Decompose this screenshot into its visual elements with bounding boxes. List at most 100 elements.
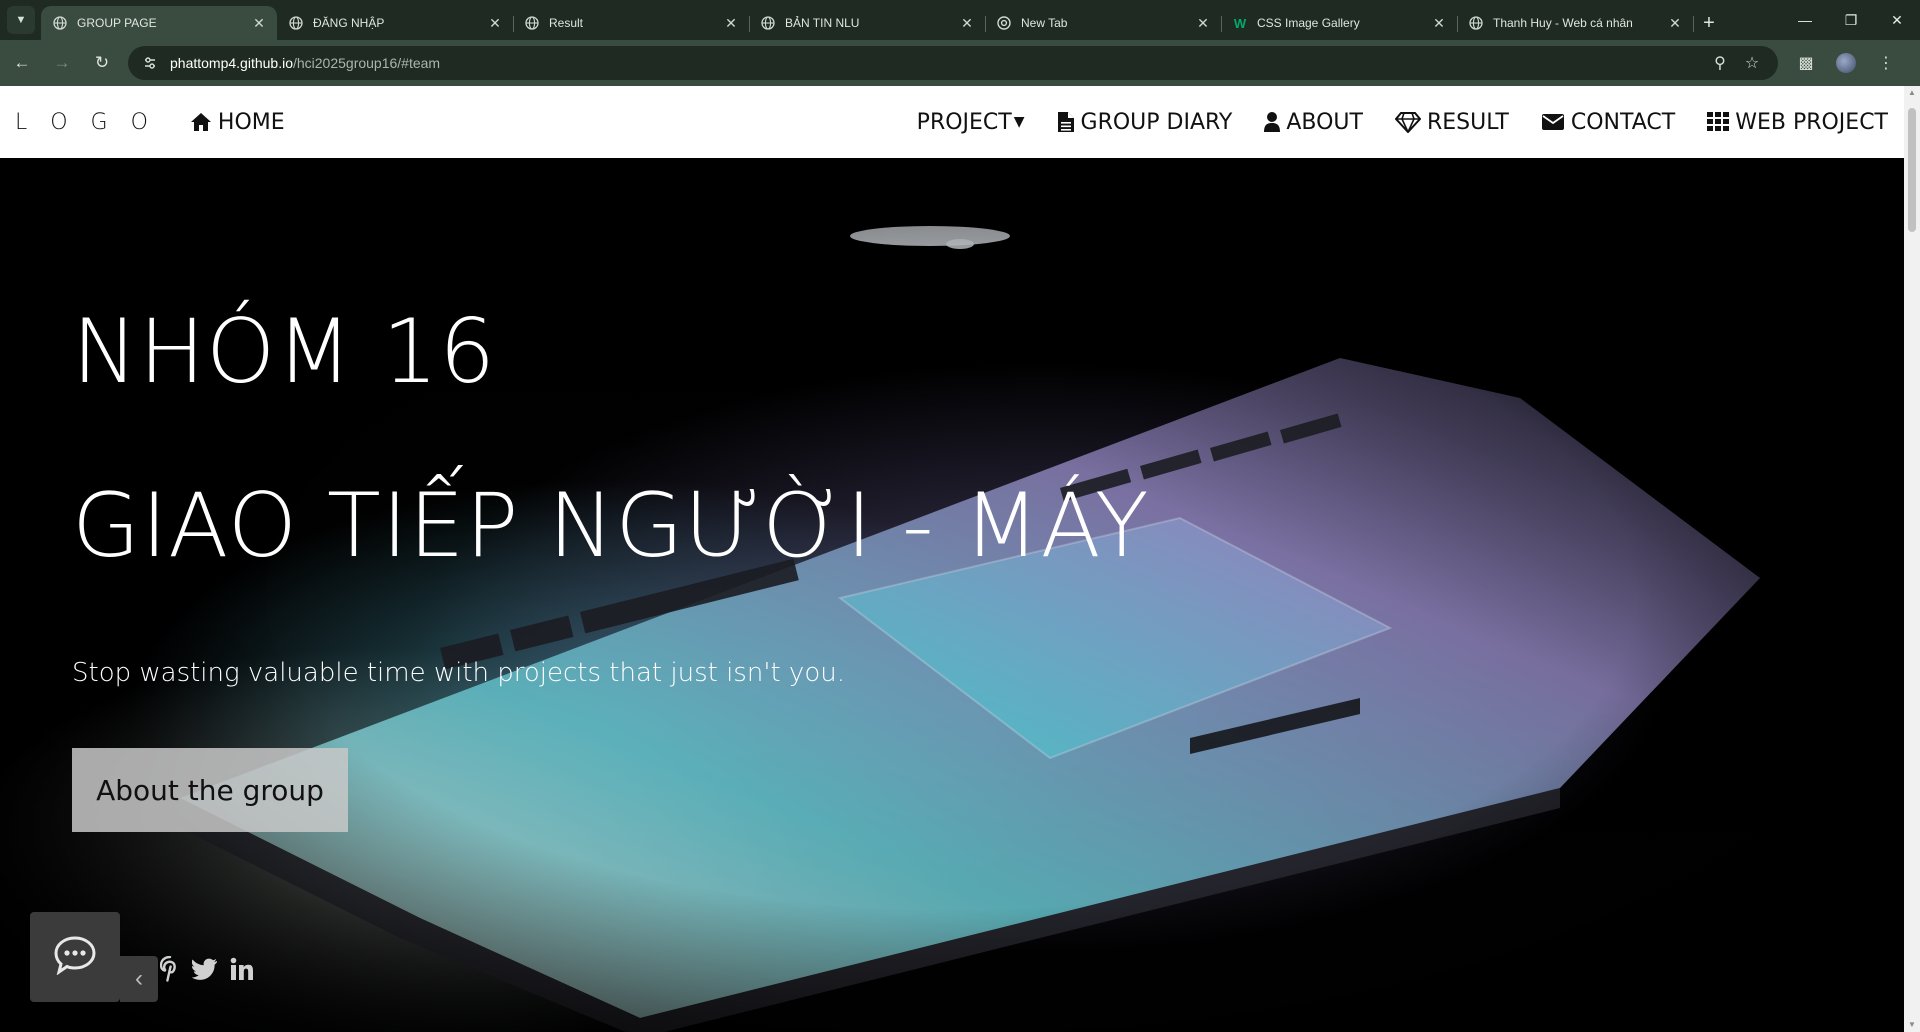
close-icon[interactable]: ✕ <box>251 15 267 32</box>
close-icon[interactable]: ✕ <box>959 15 975 32</box>
profile-button[interactable] <box>1826 45 1866 81</box>
hero-subtitle: GIAO TIẾP NGƯỜI - MÁY <box>72 474 1150 577</box>
tab-title: Result <box>549 16 584 30</box>
browser-tab[interactable]: New Tab ✕ <box>985 6 1222 40</box>
tab-title: ĐĂNG NHẬP <box>313 16 385 30</box>
grid-icon <box>1707 112 1730 132</box>
chat-widget-button[interactable] <box>30 912 120 1002</box>
hero-section: NHÓM 16 GIAO TIẾP NGƯỜI - MÁY Stop wasti… <box>0 158 1904 1032</box>
collapse-panel-button[interactable]: ‹ <box>120 956 158 1002</box>
bookmark-star-icon[interactable]: ☆ <box>1736 53 1768 73</box>
restore-button[interactable]: ❐ <box>1828 0 1874 40</box>
close-icon[interactable]: ✕ <box>1431 15 1447 32</box>
toolbar-actions: ▩ ⋮ <box>1786 45 1906 81</box>
social-links <box>160 956 254 982</box>
nav-about[interactable]: ABOUT <box>1248 86 1379 158</box>
close-icon[interactable]: ✕ <box>1195 15 1211 32</box>
nav-group-diary-label: GROUP DIARY <box>1080 109 1233 135</box>
browser-tab[interactable]: BẢN TIN NLU ✕ <box>749 6 986 40</box>
page-viewport: L O G O HOME PROJECT ▼ GROUP DIARY ABOUT… <box>0 86 1920 1032</box>
browser-tab[interactable]: ĐĂNG NHẬP ✕ <box>277 6 514 40</box>
tab-title: Thanh Huy - Web cá nhân <box>1493 16 1633 30</box>
site-logo[interactable]: L O G O <box>15 110 156 135</box>
globe-icon <box>525 16 539 30</box>
tab-title: GROUP PAGE <box>77 16 157 30</box>
extensions-icon[interactable]: ▩ <box>1786 45 1826 81</box>
url-text: phattomp4.github.io/hci2025group16/#team <box>170 55 1704 71</box>
browser-toolbar: ← → ↻ phattomp4.github.io/hci2025group16… <box>0 40 1920 86</box>
restore-icon: ❐ <box>1844 11 1858 28</box>
tab-search-button[interactable]: ▼ <box>7 6 35 34</box>
linkedin-icon[interactable] <box>230 957 254 981</box>
nav-contact-label: CONTACT <box>1570 109 1676 135</box>
scrollbar-thumb[interactable] <box>1908 108 1916 232</box>
browser-tab[interactable]: GROUP PAGE ✕ <box>41 6 277 40</box>
nav-contact[interactable]: CONTACT <box>1525 86 1691 158</box>
address-bar[interactable]: phattomp4.github.io/hci2025group16/#team… <box>128 46 1778 80</box>
arrow-left-icon: ← <box>13 53 31 72</box>
site-navbar: L O G O HOME PROJECT ▼ GROUP DIARY ABOUT… <box>0 86 1904 158</box>
browser-tab[interactable]: Result ✕ <box>513 6 750 40</box>
close-window-button[interactable]: ✕ <box>1874 0 1920 40</box>
document-icon <box>1057 111 1075 133</box>
laptop-background-image <box>0 158 1904 1032</box>
back-button[interactable]: ← <box>4 45 40 81</box>
reload-button[interactable]: ↻ <box>84 45 120 81</box>
close-icon[interactable]: ✕ <box>1667 15 1683 32</box>
globe-icon <box>761 16 775 30</box>
diamond-icon <box>1394 111 1421 133</box>
caret-down-icon: ▼ <box>1013 114 1025 130</box>
minimize-icon: — <box>1798 12 1812 28</box>
minimize-button[interactable]: — <box>1782 0 1828 40</box>
new-tab-button[interactable]: + <box>1693 6 1725 40</box>
home-icon <box>190 112 212 132</box>
browser-tab[interactable]: W CSS Image Gallery ✕ <box>1221 6 1458 40</box>
tab-title: CSS Image Gallery <box>1257 16 1360 30</box>
close-icon: ✕ <box>1891 11 1903 28</box>
pinterest-icon[interactable] <box>160 956 180 982</box>
globe-icon <box>1469 16 1483 30</box>
nav-result-label: RESULT <box>1426 109 1509 135</box>
arrow-right-icon: → <box>53 53 71 72</box>
close-icon[interactable]: ✕ <box>487 15 503 32</box>
window-controls: — ❐ ✕ <box>1782 0 1920 40</box>
envelope-icon <box>1541 112 1565 132</box>
tab-title: BẢN TIN NLU <box>785 16 860 30</box>
nav-about-label: ABOUT <box>1286 109 1363 135</box>
forward-button[interactable]: → <box>44 45 80 81</box>
browser-tab-strip: ▼ GROUP PAGE ✕ ĐĂNG NHẬP ✕ Result ✕ BẢN … <box>0 0 1920 40</box>
page-scrollbar[interactable]: ▲ ▼ <box>1904 86 1920 1032</box>
chevron-down-icon: ▼ <box>15 14 27 26</box>
hero-title: NHÓM 16 <box>72 300 497 403</box>
nav-project-dropdown[interactable]: PROJECT ▼ <box>901 86 1041 158</box>
hero-tagline: Stop wasting valuable time with projects… <box>72 658 845 688</box>
url-path: /hci2025group16/#team <box>292 55 441 71</box>
w3schools-icon: W <box>1233 15 1247 31</box>
chevron-left-icon: ‹ <box>135 965 143 992</box>
twitter-icon[interactable] <box>192 958 218 980</box>
nav-home[interactable]: HOME <box>174 86 301 158</box>
nav-group-diary[interactable]: GROUP DIARY <box>1041 86 1249 158</box>
close-icon[interactable]: ✕ <box>723 15 739 32</box>
nav-project-label: PROJECT <box>916 109 1012 135</box>
about-group-button[interactable]: About the group <box>72 748 348 832</box>
tab-title: New Tab <box>1021 16 1068 30</box>
site-settings-icon[interactable] <box>138 51 162 75</box>
zoom-icon[interactable]: ⚲ <box>1704 53 1736 73</box>
globe-icon <box>53 16 67 30</box>
url-host: phattomp4.github.io <box>170 55 293 71</box>
user-icon <box>1264 111 1281 133</box>
plus-icon: + <box>1703 11 1715 34</box>
chrome-icon <box>997 16 1011 30</box>
scroll-down-icon[interactable]: ▼ <box>1904 1018 1920 1032</box>
nav-web-project-label: WEB PROJECT <box>1735 109 1888 135</box>
nav-result[interactable]: RESULT <box>1379 86 1525 158</box>
browser-tab[interactable]: Thanh Huy - Web cá nhân ✕ <box>1457 6 1694 40</box>
reload-icon: ↻ <box>94 53 110 72</box>
globe-icon <box>289 16 303 30</box>
avatar <box>1836 53 1856 73</box>
nav-home-label: HOME <box>217 109 285 135</box>
scroll-up-icon[interactable]: ▲ <box>1904 86 1920 100</box>
nav-web-project[interactable]: WEB PROJECT <box>1691 86 1904 158</box>
kebab-menu-icon[interactable]: ⋮ <box>1866 45 1906 81</box>
